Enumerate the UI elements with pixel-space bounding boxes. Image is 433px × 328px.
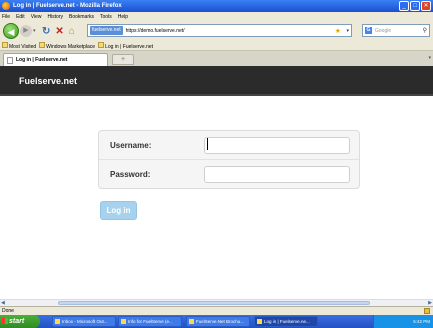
new-tab-button[interactable]: + <box>112 54 134 65</box>
username-row: Username: <box>99 131 359 160</box>
url-dropdown-icon[interactable]: ▾ <box>346 28 349 34</box>
url-text[interactable]: https://demo.fuelserve.net/ <box>126 28 185 34</box>
google-icon[interactable]: G <box>365 27 372 34</box>
windows-taskbar: start Inbox - Microsoft Out... Info for … <box>0 315 433 328</box>
bookmark-login-fuelserve[interactable]: Log in | Fuelserve.net <box>98 41 153 50</box>
page-icon <box>39 41 46 48</box>
clock[interactable]: 5:42 PM <box>413 319 430 324</box>
navigation-toolbar: ◀ ▶ ▾ ↻ ✕ ⌂ fuelserve.net https://demo.f… <box>0 21 433 41</box>
page-icon <box>98 41 105 48</box>
bookmark-icon <box>2 41 8 48</box>
window-title-bar: Log in | Fuelserve.net - Mozilla Firefox… <box>0 0 433 12</box>
site-brand[interactable]: Fuelserve.net <box>19 76 77 86</box>
tab-login[interactable]: Log in | Fuelserve.net <box>3 53 108 66</box>
search-icon[interactable]: ⚲ <box>423 27 427 34</box>
horizontal-scrollbar[interactable]: ◀ ▶ <box>0 299 433 306</box>
menu-tools[interactable]: Tools <box>100 14 112 20</box>
close-button[interactable]: ✕ <box>421 1 431 11</box>
status-bar: Done <box>0 306 433 315</box>
stop-icon[interactable]: ✕ <box>55 26 63 37</box>
password-label: Password: <box>110 170 151 179</box>
bookmark-star-icon[interactable]: ★ <box>335 27 341 35</box>
maximize-button[interactable]: □ <box>410 1 420 11</box>
taskbar-item-outlook[interactable]: Inbox - Microsoft Out... <box>52 316 116 327</box>
window-title: Log in | Fuelserve.net - Mozilla Firefox <box>13 3 122 9</box>
text-cursor <box>207 138 208 150</box>
firefox-icon <box>257 319 262 324</box>
username-label: Username: <box>110 140 152 150</box>
security-icon <box>424 308 430 314</box>
site-header: Fuelserve.net <box>0 66 433 96</box>
back-button[interactable]: ◀ <box>3 23 19 39</box>
tab-list-icon[interactable]: ▾ <box>428 55 431 61</box>
document-icon <box>121 319 126 324</box>
username-input[interactable] <box>204 136 350 154</box>
taskbar-item-brochure[interactable]: FuelServe.Net Brochu... <box>186 316 250 327</box>
menu-bookmarks[interactable]: Bookmarks <box>69 14 94 20</box>
bookmark-most-visited[interactable]: Most Visited <box>2 41 36 50</box>
scrollbar-thumb[interactable] <box>58 301 370 305</box>
taskbar-item-info[interactable]: Info for FuelServe (e... <box>118 316 182 327</box>
status-text: Done <box>2 308 14 314</box>
menu-edit[interactable]: Edit <box>16 14 25 20</box>
forward-button[interactable]: ▶ <box>20 25 32 37</box>
menu-view[interactable]: View <box>31 14 42 20</box>
window-controls: _ □ ✕ <box>399 1 431 11</box>
taskbar-item-firefox[interactable]: Log in | Fuelserve.ne... <box>254 316 318 327</box>
address-bar[interactable]: fuelserve.net https://demo.fuelserve.net… <box>87 24 352 37</box>
system-tray: 5:42 PM <box>373 315 433 328</box>
site-identity-button[interactable]: fuelserve.net <box>90 26 123 35</box>
start-button[interactable]: start <box>0 315 40 328</box>
document-icon <box>189 319 194 324</box>
windows-logo-icon <box>2 318 8 324</box>
bookmark-windows-marketplace[interactable]: Windows Marketplace <box>39 41 95 50</box>
password-input[interactable] <box>204 166 350 183</box>
page-content: Username: Password: Log in <box>0 96 433 299</box>
bookmarks-toolbar: Most Visited Windows Marketplace Log in … <box>0 41 433 51</box>
login-form: Username: Password: <box>98 130 360 189</box>
tab-bar: Log in | Fuelserve.net + ▾ <box>0 51 433 66</box>
page-icon <box>7 56 13 64</box>
minimize-button[interactable]: _ <box>399 1 409 11</box>
history-dropdown-icon[interactable]: ▾ <box>33 28 38 34</box>
home-icon[interactable]: ⌂ <box>69 26 75 37</box>
reload-icon[interactable]: ↻ <box>42 26 50 37</box>
tab-label: Log in | Fuelserve.net <box>16 57 68 63</box>
search-input[interactable]: Google <box>375 28 391 34</box>
outlook-icon <box>55 319 60 324</box>
menu-file[interactable]: File <box>2 14 10 20</box>
search-bar[interactable]: G Google ⚲ <box>362 24 430 37</box>
menu-bar: File Edit View History Bookmarks Tools H… <box>0 12 433 21</box>
login-button[interactable]: Log in <box>100 201 137 220</box>
firefox-icon <box>2 2 10 10</box>
password-row: Password: <box>99 160 359 189</box>
menu-history[interactable]: History <box>47 14 63 20</box>
menu-help[interactable]: Help <box>118 14 128 20</box>
